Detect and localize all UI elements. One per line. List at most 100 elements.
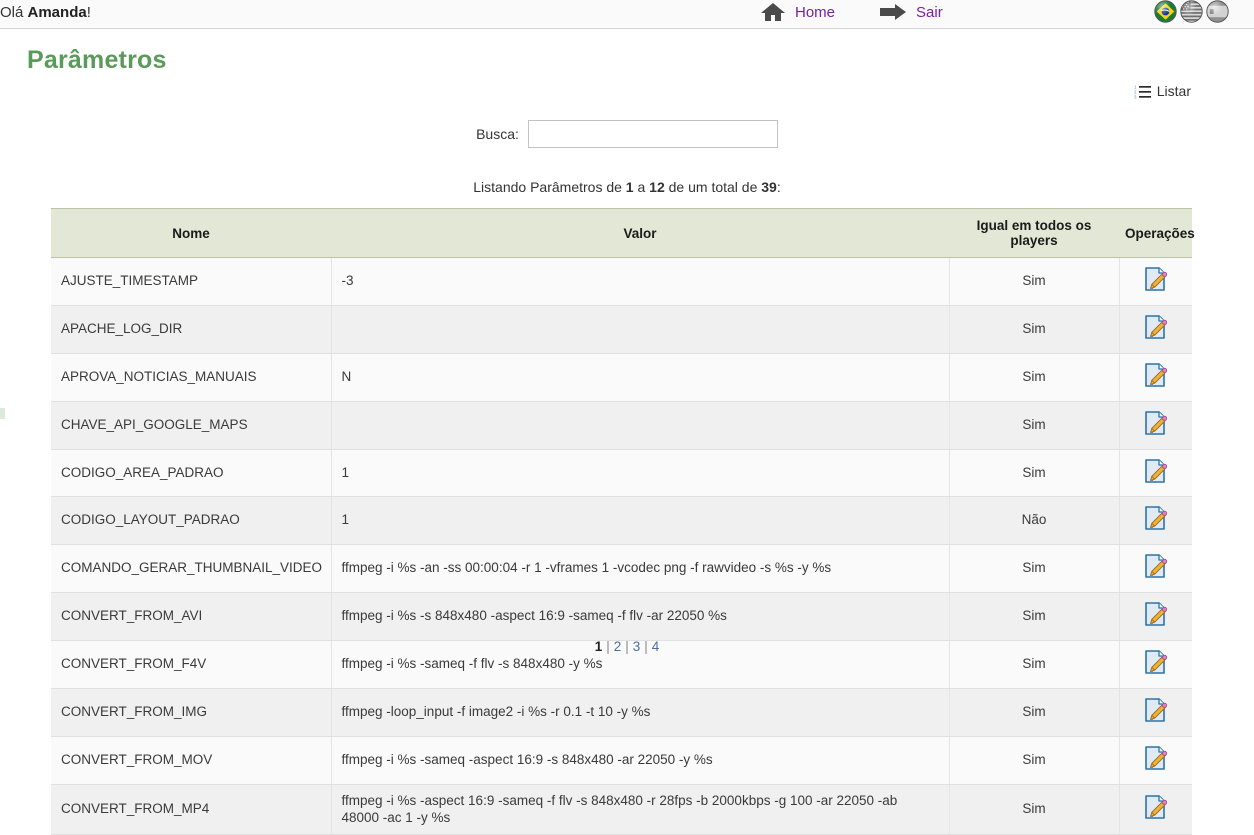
summary-suffix: : (776, 179, 781, 195)
flag-usa[interactable] (1180, 0, 1203, 23)
arrow-right-icon (879, 3, 907, 21)
cell-valor: ffmpeg -i %s -sameq -aspect 16:9 -s 848x… (331, 736, 950, 785)
table-row: CONVERT_FROM_MP4 ffmpeg -i %s -aspect 16:… (51, 784, 1192, 835)
pagination-page-2[interactable]: 2 (614, 639, 622, 654)
edge-artifact (0, 408, 5, 419)
cell-operacoes (1119, 736, 1192, 785)
cell-igual-todos-players: Sim (949, 784, 1120, 835)
nav-link-logout[interactable]: Sair (879, 3, 943, 21)
cell-nome: CODIGO_LAYOUT_PADRAO (51, 496, 332, 546)
cell-valor: 1 (331, 496, 950, 546)
language-flags (1154, 0, 1229, 23)
pagination-separator: | (625, 639, 629, 654)
search-input[interactable] (527, 120, 778, 148)
cell-operacoes (1119, 784, 1192, 835)
cell-nome: CONVERT_FROM_MP4 (51, 784, 332, 835)
column-header-operacoes: Operações (1119, 208, 1195, 258)
summary-to: 12 (649, 179, 665, 195)
search-label: Busca: (476, 126, 519, 142)
flag-brazil[interactable] (1154, 0, 1177, 23)
cell-valor: ffmpeg -i %s -aspect 16:9 -sameq -f flv … (331, 784, 950, 835)
edit-document-icon[interactable] (1143, 553, 1169, 584)
edit-document-icon[interactable] (1143, 794, 1169, 825)
cell-valor (331, 401, 950, 450)
cell-operacoes (1119, 401, 1192, 450)
cell-operacoes (1119, 688, 1192, 737)
edit-document-icon[interactable] (1143, 410, 1169, 441)
table-row: CODIGO_AREA_PADRAO 1 Sim (51, 449, 1192, 498)
listar-button[interactable]: 1 2 3 Listar (1134, 83, 1191, 99)
greeting-suffix: ! (86, 4, 91, 21)
table-body: AJUSTE_TIMESTAMP -3 Sim APACHE_LOG_DIR Sim … (51, 257, 1192, 835)
pagination: 1 | 2 | 3 | 4 (0, 639, 1254, 654)
summary-prefix: Listando Parâmetros de (473, 179, 626, 195)
summary-total: 39 (761, 179, 777, 195)
cell-operacoes (1119, 305, 1192, 354)
table-row: CONVERT_FROM_AVI ffmpeg -i %s -s 848x480 … (51, 592, 1192, 641)
cell-operacoes (1119, 353, 1192, 402)
edit-document-icon[interactable] (1143, 745, 1169, 776)
cell-valor: ffmpeg -i %s -an -ss 00:00:04 -r 1 -vfra… (331, 544, 950, 594)
home-icon (760, 2, 786, 22)
summary-from: 1 (625, 179, 634, 195)
cell-igual-todos-players: Sim (949, 736, 1120, 785)
column-header-igual[interactable]: Igual em todos os players (949, 208, 1119, 258)
cell-valor: ffmpeg -loop_input -f image2 -i %s -r 0.… (331, 688, 950, 737)
table-head: Nome Valor Igual em todos os players Ope… (51, 208, 1195, 258)
pagination-page-3[interactable]: 3 (633, 639, 641, 654)
listing-summary: Listando Parâmetros de 1 a 12 de um tota… (0, 179, 1254, 195)
edit-document-icon[interactable] (1143, 362, 1169, 393)
pagination-current-page: 1 (594, 639, 603, 654)
edit-document-icon[interactable] (1143, 697, 1169, 728)
table-row: CODIGO_LAYOUT_PADRAO 1 Não (51, 496, 1192, 546)
cell-igual-todos-players: Sim (949, 688, 1120, 737)
cell-igual-todos-players: Sim (949, 401, 1120, 450)
table-row: CHAVE_API_GOOGLE_MAPS Sim (51, 401, 1192, 450)
pagination-separator: | (644, 639, 648, 654)
greeting: Olá Amanda! (0, 4, 91, 21)
cell-nome: COMANDO_GERAR_THUMBNAIL_VIDEO (51, 544, 332, 594)
nav-link-home[interactable]: Home (760, 2, 835, 22)
table-row: AJUSTE_TIMESTAMP -3 Sim (51, 257, 1192, 306)
cell-operacoes (1119, 496, 1192, 546)
pagination-separator: | (606, 639, 610, 654)
page-title: Parâmetros (27, 46, 167, 74)
listar-label: Listar (1156, 83, 1191, 99)
cell-operacoes (1119, 592, 1192, 641)
table-row: COMANDO_GERAR_THUMBNAIL_VIDEO ffmpeg -i %… (51, 544, 1192, 594)
flag-spain[interactable] (1206, 0, 1229, 23)
column-header-nome[interactable]: Nome (51, 208, 331, 258)
pagination-page-4[interactable]: 4 (652, 639, 660, 654)
cell-nome: AJUSTE_TIMESTAMP (51, 257, 332, 306)
summary-mid2: de um total de (664, 179, 762, 195)
greeting-username: Amanda (27, 4, 87, 21)
cell-nome: CONVERT_FROM_IMG (51, 688, 332, 737)
cell-operacoes (1119, 544, 1192, 594)
table-row: APACHE_LOG_DIR Sim (51, 305, 1192, 354)
table-row: CONVERT_FROM_MOV ffmpeg -i %s -sameq -asp… (51, 736, 1192, 785)
cell-igual-todos-players: Não (949, 496, 1120, 546)
top-bar: Olá Amanda! Home Sair (0, 0, 1254, 29)
edit-document-icon[interactable] (1143, 458, 1169, 489)
cell-igual-todos-players: Sim (949, 592, 1120, 641)
cell-nome: CODIGO_AREA_PADRAO (51, 449, 332, 498)
cell-valor: N (331, 353, 950, 402)
edit-document-icon[interactable] (1143, 314, 1169, 345)
cell-valor: 1 (331, 449, 950, 498)
cell-nome: CHAVE_API_GOOGLE_MAPS (51, 401, 332, 450)
nav-link-logout-label: Sair (916, 3, 943, 21)
cell-igual-todos-players: Sim (949, 257, 1120, 306)
top-navigation: Home Sair (760, 0, 943, 24)
cell-nome: CONVERT_FROM_MOV (51, 736, 332, 785)
edit-document-icon[interactable] (1143, 505, 1169, 536)
cell-operacoes (1119, 257, 1192, 306)
parameters-table-wrapper: Nome Valor Igual em todos os players Ope… (51, 208, 1195, 835)
svg-text:3: 3 (1134, 94, 1137, 99)
column-header-valor[interactable]: Valor (331, 208, 949, 258)
nav-link-home-label: Home (795, 3, 836, 21)
edit-document-icon[interactable] (1143, 266, 1169, 297)
edit-document-icon[interactable] (1143, 601, 1169, 632)
list-icon: 1 2 3 (1134, 84, 1151, 99)
cell-nome: APACHE_LOG_DIR (51, 305, 332, 354)
cell-nome: APROVA_NOTICIAS_MANUAIS (51, 353, 332, 402)
